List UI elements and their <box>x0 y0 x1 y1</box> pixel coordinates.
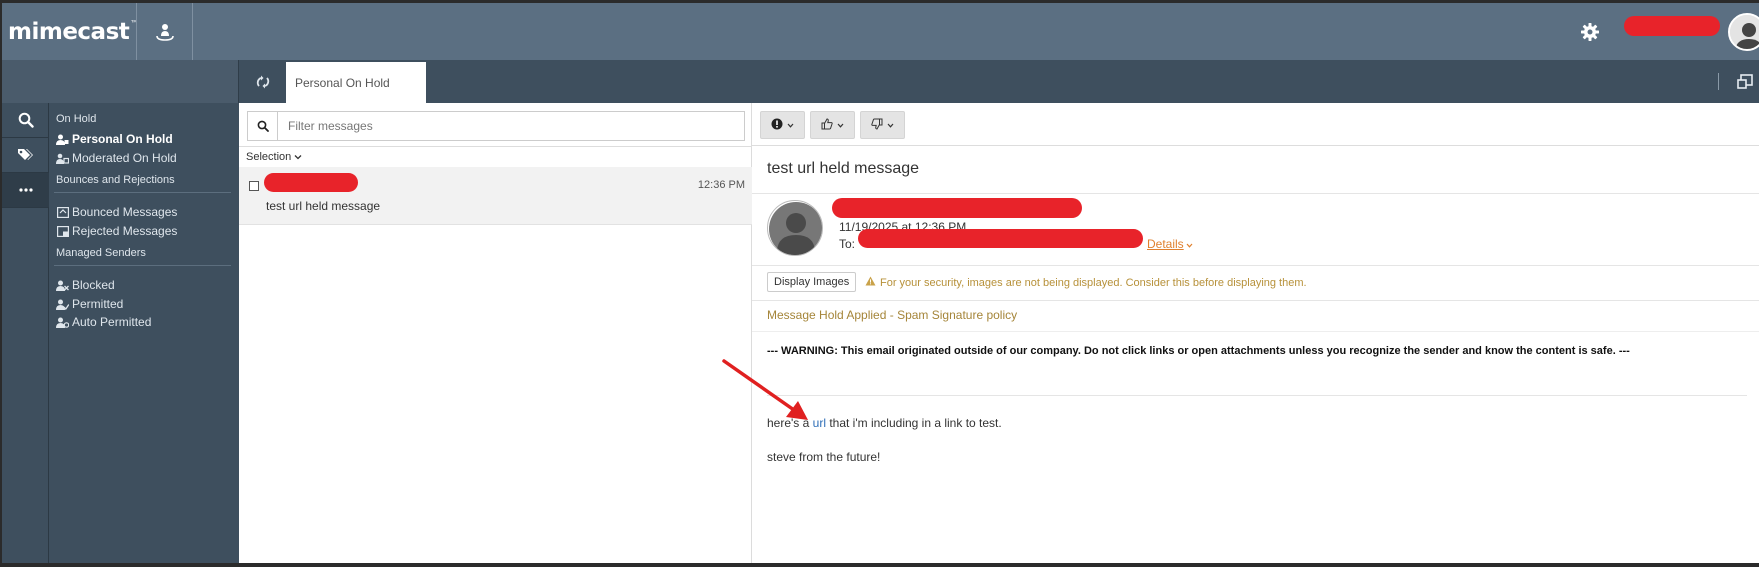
users-lock-icon <box>56 152 69 164</box>
user-blocked-icon <box>56 279 69 291</box>
message-time: 12:36 PM <box>697 179 745 191</box>
redacted-username <box>1624 16 1720 36</box>
nav-label: Auto Permitted <box>72 315 152 329</box>
external-warning-banner: --- WARNING: This email originated outsi… <box>767 345 1630 357</box>
nav-item-rejected-messages[interactable]: Rejected Messages <box>56 224 177 238</box>
chevron-down-icon <box>887 120 894 131</box>
warning-icon <box>865 276 876 289</box>
divider <box>54 192 231 193</box>
nav-label: Rejected Messages <box>72 224 178 238</box>
nav-section-on-hold: On Hold <box>56 113 97 125</box>
details-label: Details <box>1147 237 1184 251</box>
alert-icon <box>771 118 783 133</box>
top-bar: mimecast ™ <box>2 3 1759 60</box>
search-icon[interactable] <box>248 112 278 140</box>
bottom-edge <box>0 563 1759 567</box>
divider <box>752 193 1759 194</box>
release-button[interactable] <box>810 111 855 139</box>
divider <box>54 265 231 266</box>
hold-policy-note: Message Hold Applied - Spam Signature po… <box>767 308 1018 322</box>
person-pin-icon[interactable] <box>138 3 192 60</box>
app-window: mimecast ™ Personal On Hold On Hold Pers… <box>2 3 1759 563</box>
thumbs-up-icon <box>821 117 833 133</box>
filter-box <box>247 111 745 141</box>
message-subject: test url held message <box>266 199 381 213</box>
nav-label: Blocked <box>72 278 115 292</box>
divider <box>136 3 137 60</box>
avatar[interactable] <box>1728 13 1759 51</box>
rejected-mail-icon <box>56 225 69 237</box>
tab-bar-left-panel <box>2 60 239 103</box>
thumbs-down-icon <box>871 118 883 133</box>
security-note: For your security, images are not being … <box>865 276 1307 289</box>
divider <box>752 300 1759 301</box>
nav-label: Bounced Messages <box>72 205 178 219</box>
user-auto-permitted-icon <box>56 316 69 328</box>
brand-name: mimecast <box>8 18 130 45</box>
nav-label: Personal On Hold <box>72 132 173 146</box>
divider <box>767 395 1747 396</box>
display-images-button[interactable]: Display Images <box>767 272 857 292</box>
nav-item-auto-permitted[interactable]: Auto Permitted <box>56 315 151 329</box>
tags-icon[interactable] <box>2 138 49 173</box>
redacted-recipient <box>858 229 1143 248</box>
nav-sidebar: On Hold Personal On Hold Moderated On Ho… <box>49 103 239 563</box>
sender-avatar <box>767 200 823 256</box>
bounced-mail-icon <box>56 206 69 218</box>
message-list-panel: Selection 12:36 PM test url held message <box>239 103 752 563</box>
user-lock-icon <box>56 133 69 145</box>
signature: steve from the future! <box>767 450 881 464</box>
chevron-down-icon <box>787 120 794 131</box>
redacted-from <box>832 198 1082 218</box>
selection-label: Selection <box>246 151 292 163</box>
gear-icon[interactable] <box>1578 20 1602 44</box>
security-note-text: For your security, images are not being … <box>880 276 1307 289</box>
nav-item-bounced-messages[interactable]: Bounced Messages <box>56 205 177 219</box>
divider <box>752 265 1759 266</box>
divider <box>752 331 1759 332</box>
chevron-down-icon <box>294 151 302 163</box>
message-checkbox[interactable] <box>249 181 259 191</box>
redacted-sender <box>264 173 358 192</box>
to-label: To: <box>839 237 856 251</box>
nav-section-bounces: Bounces and Rejections <box>56 174 175 186</box>
nav-section-managed-senders: Managed Senders <box>56 247 146 259</box>
divider <box>192 3 193 60</box>
pane-toolbar <box>752 103 1759 146</box>
list-item[interactable]: 12:36 PM test url held message <box>239 167 752 225</box>
divider <box>1718 73 1719 90</box>
refresh-icon[interactable] <box>242 60 284 103</box>
more-icon[interactable] <box>2 173 49 208</box>
report-button[interactable] <box>760 111 805 139</box>
reading-pane: test url held message 11/19/2025 at 12:3… <box>752 103 1759 563</box>
details-link[interactable]: Details <box>1147 237 1193 251</box>
annotation-arrow-icon <box>722 359 808 420</box>
icon-rail <box>2 103 49 563</box>
message-subject-heading: test url held message <box>767 160 920 177</box>
nav-item-moderated-on-hold[interactable]: Moderated On Hold <box>56 151 177 165</box>
selection-dropdown[interactable]: Selection <box>246 151 302 163</box>
popout-icon[interactable] <box>1736 73 1754 91</box>
nav-label: Permitted <box>72 297 124 311</box>
filter-messages-input[interactable] <box>278 112 744 140</box>
chevron-down-icon <box>1186 237 1193 251</box>
nav-item-personal-on-hold[interactable]: Personal On Hold <box>56 132 173 146</box>
divider <box>239 146 752 147</box>
nav-item-blocked[interactable]: Blocked <box>56 278 115 292</box>
tab-bar: Personal On Hold <box>2 60 1759 103</box>
search-icon[interactable] <box>2 103 49 138</box>
brand-logo[interactable]: mimecast ™ <box>2 3 138 60</box>
reject-button[interactable] <box>860 111 905 139</box>
chevron-down-icon <box>837 120 844 131</box>
nav-item-permitted[interactable]: Permitted <box>56 297 123 311</box>
nav-label: Moderated On Hold <box>72 151 177 165</box>
body-text: that i'm including in a link to test. <box>826 416 1002 430</box>
to-line: To: <box>839 237 855 251</box>
tab-personal-on-hold[interactable]: Personal On Hold <box>286 62 426 103</box>
tab-label: Personal On Hold <box>295 75 390 90</box>
user-permitted-icon <box>56 298 69 310</box>
